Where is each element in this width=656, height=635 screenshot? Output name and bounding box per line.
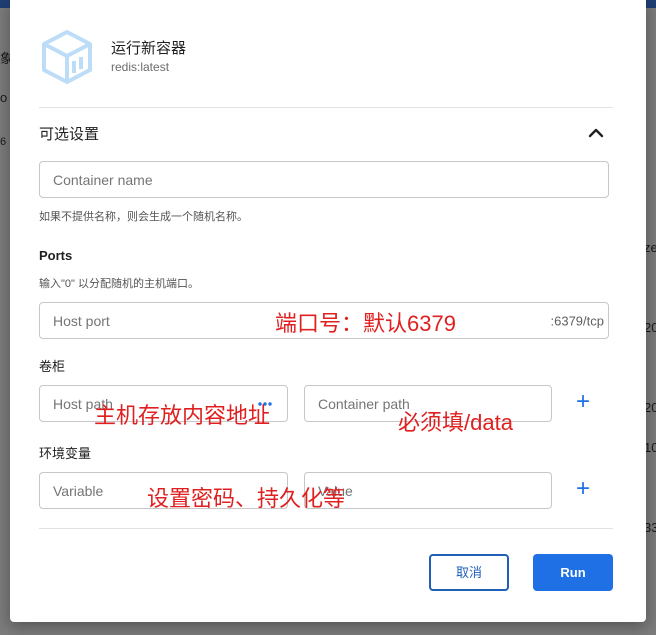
host-port-placeholder: Host port xyxy=(53,312,110,329)
ports-hint: 输入"0" 以分配随机的主机端口。 xyxy=(39,278,199,290)
run-container-dialog: 运行新容器 redis:latest 可选设置 Container name 如… xyxy=(10,0,646,622)
chevron-up-icon[interactable] xyxy=(586,123,606,143)
dialog-title: 运行新容器 xyxy=(111,40,187,57)
container-name-input[interactable]: Container name xyxy=(39,161,609,198)
background-fragment: 6 xyxy=(0,136,7,148)
container-port-suffix: :6379/tcp xyxy=(550,313,605,328)
image-name: redis:latest xyxy=(111,60,170,74)
run-button[interactable]: Run xyxy=(533,554,613,591)
annotation-env: 设置密码、持久化等 xyxy=(147,486,346,511)
footer-divider xyxy=(39,528,613,529)
annotation-host-path: 主机存放内容地址 xyxy=(94,403,271,428)
cube-icon xyxy=(42,30,92,84)
container-name-placeholder: Container name xyxy=(53,171,153,188)
env-title: 环境变量 xyxy=(39,446,92,461)
container-path-placeholder: Container path xyxy=(318,395,410,412)
background-fragment: o xyxy=(0,90,8,105)
add-env-button[interactable]: + xyxy=(571,477,595,502)
cancel-button[interactable]: 取消 xyxy=(429,554,509,591)
volumes-title: 卷柜 xyxy=(39,359,66,374)
ports-title: Ports xyxy=(39,248,73,263)
annotation-container-path: 必须填/data xyxy=(398,410,513,435)
add-volume-button[interactable]: + xyxy=(571,390,595,415)
annotation-port: 端口号：默认6379 xyxy=(275,311,456,336)
container-name-hint: 如果不提供名称，则会生成一个随机名称。 xyxy=(39,211,248,223)
variable-placeholder: Variable xyxy=(53,482,104,499)
optional-settings-title: 可选设置 xyxy=(39,126,100,143)
header-divider xyxy=(39,107,613,108)
dialog-header: 运行新容器 redis:latest xyxy=(40,28,600,84)
